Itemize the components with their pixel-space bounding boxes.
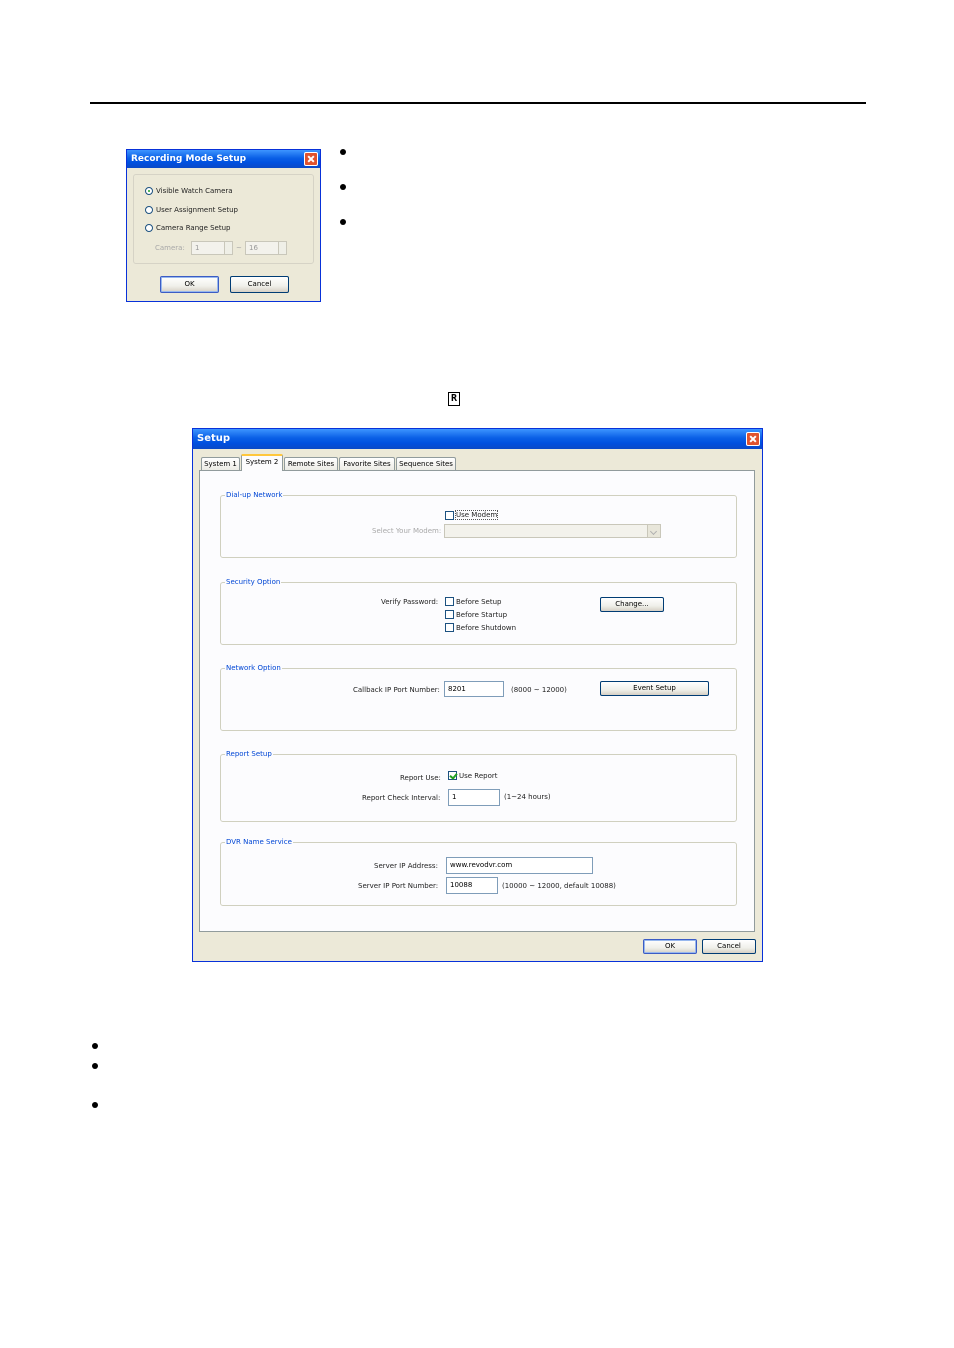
callback-port-range: (8000 ~ 12000) bbox=[511, 686, 567, 694]
bullet bbox=[340, 149, 346, 155]
radio-camera-range-setup[interactable] bbox=[145, 224, 153, 232]
select-modem-dropdown[interactable] bbox=[444, 524, 661, 538]
before-shutdown-label: Before Shutdown bbox=[456, 624, 517, 632]
bullet bbox=[92, 1063, 98, 1069]
chevron-down-icon[interactable] bbox=[647, 525, 660, 537]
server-ip-input[interactable]: www.revodvr.com bbox=[446, 857, 593, 874]
use-report-label: Use Report bbox=[459, 772, 498, 780]
server-ip-label: Server IP Address: bbox=[374, 862, 438, 870]
group-title: Dial-up Network bbox=[225, 491, 284, 499]
server-port-range: (10000 ~ 12000, default 10088) bbox=[502, 882, 616, 890]
group-title: Security Option bbox=[225, 578, 282, 586]
radio-user-assignment-setup[interactable] bbox=[145, 206, 153, 214]
dialog-title: Recording Mode Setup bbox=[127, 150, 320, 168]
cancel-button[interactable]: Cancel bbox=[230, 276, 289, 293]
camera-range-to-input[interactable]: 16 bbox=[245, 241, 287, 255]
report-interval-input[interactable]: 1 bbox=[448, 789, 500, 806]
use-modem-checkbox[interactable] bbox=[445, 511, 454, 520]
report-interval-label: Report Check Interval: bbox=[362, 794, 441, 802]
bullet bbox=[340, 219, 346, 225]
report-setup-group: Report Setup bbox=[220, 750, 737, 822]
spin-arrows-icon[interactable] bbox=[278, 242, 286, 254]
verify-password-label: Verify Password: bbox=[381, 598, 439, 606]
before-shutdown-checkbox[interactable] bbox=[445, 623, 454, 632]
callback-port-input[interactable]: 8201 bbox=[444, 681, 504, 697]
option-label-visible-watch-camera: Visible Watch Camera bbox=[156, 187, 233, 195]
system-2-panel: Dial-up Network Use Modem Select Your Mo… bbox=[199, 470, 755, 932]
header-rule bbox=[90, 102, 866, 104]
before-setup-label: Before Setup bbox=[456, 598, 502, 606]
network-option-group: Network Option bbox=[220, 664, 737, 731]
spin-arrows-icon[interactable] bbox=[224, 242, 232, 254]
before-startup-label: Before Startup bbox=[456, 611, 508, 619]
server-port-input[interactable]: 10088 bbox=[446, 877, 498, 894]
change-password-button[interactable]: Change... bbox=[600, 597, 664, 612]
setup-dialog: Setup System 1 System 2 Remote Sites Fav… bbox=[192, 428, 763, 962]
group-title: Report Setup bbox=[225, 750, 273, 758]
close-icon[interactable] bbox=[304, 152, 318, 166]
report-interval-range: (1~24 hours) bbox=[504, 793, 551, 801]
group-title: Network Option bbox=[225, 664, 282, 672]
setup-toolbar-icon: R bbox=[448, 392, 460, 406]
report-use-label: Report Use: bbox=[400, 774, 441, 782]
select-modem-label: Select Your Modem: bbox=[372, 527, 442, 535]
bullet bbox=[340, 184, 346, 190]
use-report-checkbox[interactable] bbox=[448, 771, 457, 780]
tab-favorite-sites[interactable]: Favorite Sites bbox=[339, 457, 395, 470]
dvr-name-service-group: DVR Name Service bbox=[220, 838, 737, 906]
ok-button[interactable]: OK bbox=[643, 939, 697, 954]
option-label-camera-range-setup: Camera Range Setup bbox=[156, 224, 231, 232]
server-port-label: Server IP Port Number: bbox=[358, 882, 439, 890]
tab-sequence-sites[interactable]: Sequence Sites bbox=[396, 457, 456, 470]
tab-remote-sites[interactable]: Remote Sites bbox=[284, 457, 338, 470]
camera-range-to-value: 16 bbox=[249, 244, 258, 252]
camera-range-from-input[interactable]: 1 bbox=[191, 241, 233, 255]
option-label-user-assignment-setup: User Assignment Setup bbox=[156, 206, 238, 214]
camera-label: Camera: bbox=[155, 244, 185, 252]
group-title: DVR Name Service bbox=[225, 838, 293, 846]
dialog-title: Setup bbox=[193, 429, 762, 449]
close-icon[interactable] bbox=[746, 432, 760, 446]
tab-system-1[interactable]: System 1 bbox=[201, 457, 240, 470]
cancel-button[interactable]: Cancel bbox=[702, 939, 756, 954]
tab-system-2[interactable]: System 2 bbox=[241, 454, 283, 471]
recording-mode-setup-dialog: Recording Mode Setup Visible Watch Camer… bbox=[126, 149, 321, 302]
callback-port-label: Callback IP Port Number: bbox=[353, 686, 440, 694]
event-setup-button[interactable]: Event Setup bbox=[600, 681, 709, 696]
before-startup-checkbox[interactable] bbox=[445, 610, 454, 619]
before-setup-checkbox[interactable] bbox=[445, 597, 454, 606]
camera-range-from-value: 1 bbox=[195, 244, 200, 252]
bullet bbox=[92, 1043, 98, 1049]
use-modem-label: Use Modem bbox=[454, 510, 499, 520]
ok-button[interactable]: OK bbox=[160, 276, 219, 293]
radio-visible-watch-camera[interactable] bbox=[145, 187, 153, 195]
bullet bbox=[92, 1102, 98, 1108]
range-separator: ~ bbox=[236, 244, 242, 252]
